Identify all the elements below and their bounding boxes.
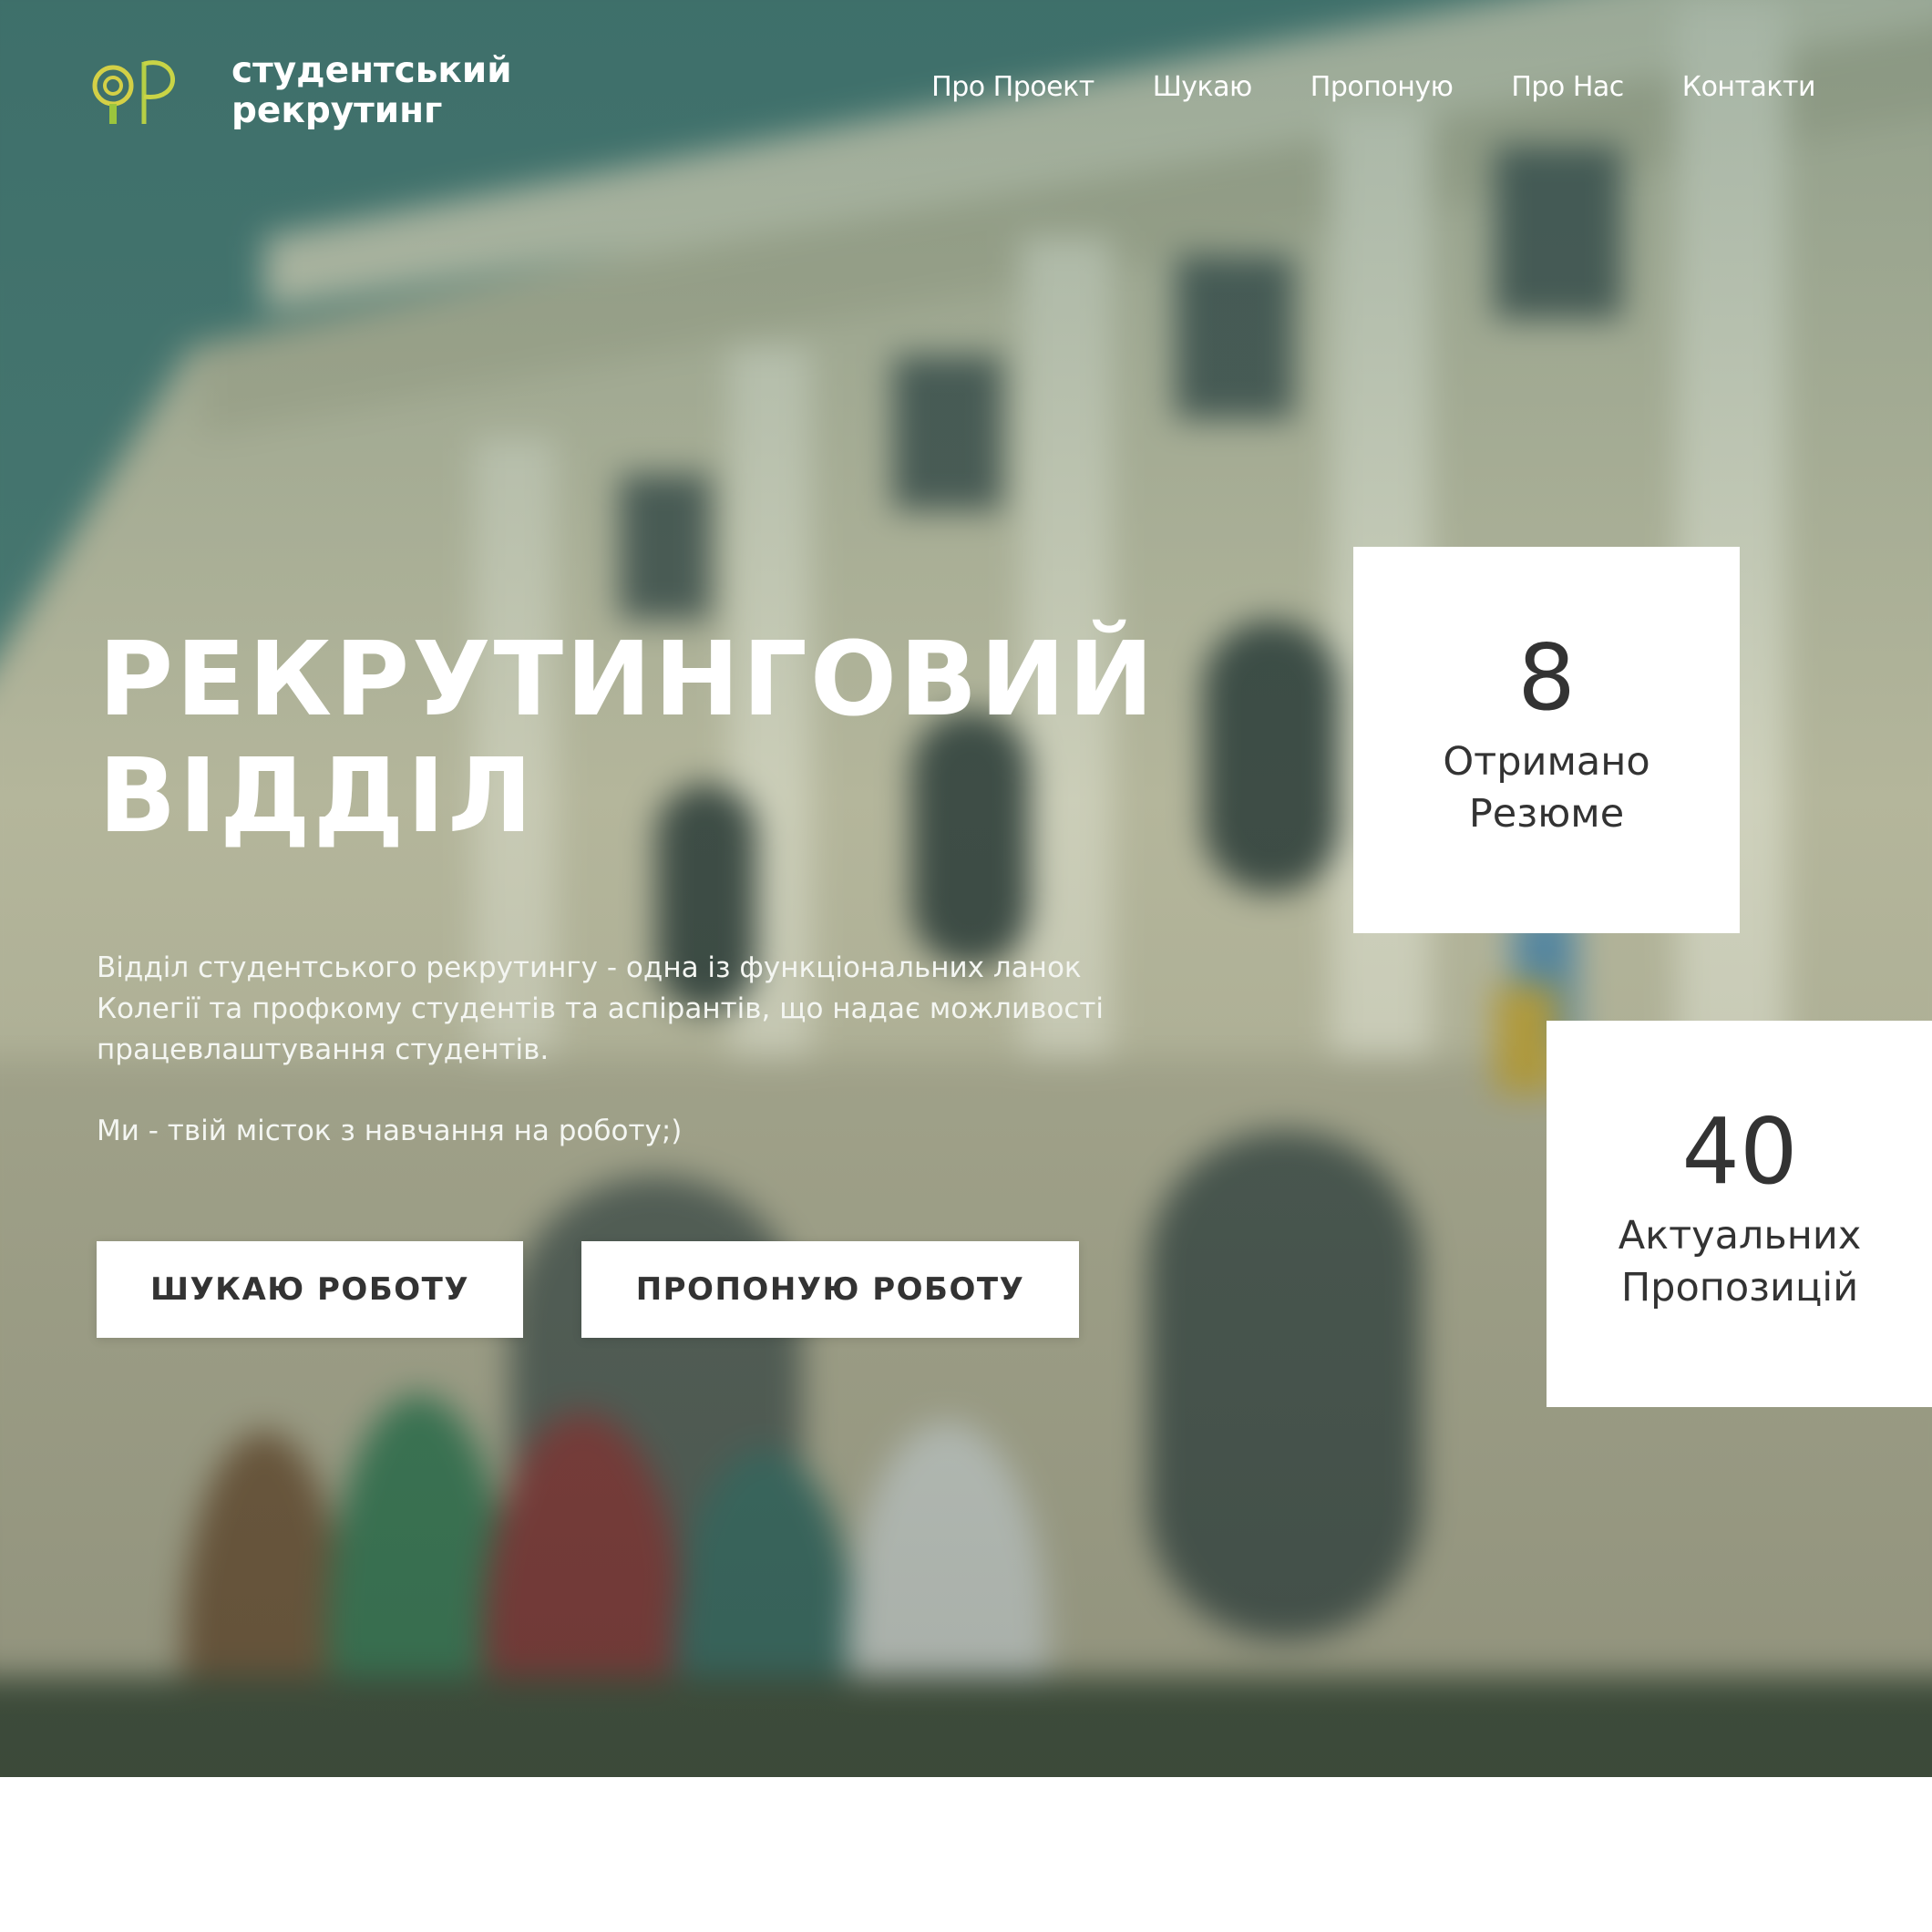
brand-name[interactable]: студентський рекрутинг	[231, 51, 512, 131]
brand-line-1: студентський	[231, 50, 512, 91]
nav-item-offering[interactable]: Пропоную	[1310, 71, 1454, 103]
hero-title: РЕКРУТИНГОВИЙ ВІДДІЛ	[98, 622, 1156, 855]
logo-icon[interactable]	[91, 49, 186, 126]
seek-job-button[interactable]: ШУКАЮ РОБОТУ	[97, 1241, 523, 1338]
hero-title-line-1: РЕКРУТИНГОВИЙ	[98, 621, 1156, 739]
main-nav: Про Проект Шукаю Пропоную Про Нас Контак…	[931, 71, 1815, 103]
offer-job-button[interactable]: ПРОПОНУЮ РОБОТУ	[581, 1241, 1079, 1338]
hero-title-line-2: ВІДДІЛ	[98, 737, 536, 856]
stat-resumes-label-line-1: Отримано	[1443, 739, 1650, 785]
stat-resumes-number: 8	[1517, 624, 1576, 731]
brand-line-2: рекрутинг	[231, 90, 443, 131]
nav-item-contacts[interactable]: Контакти	[1682, 71, 1816, 103]
stat-offers-label-line-1: Актуальних	[1618, 1213, 1862, 1259]
nav-item-about-project[interactable]: Про Проект	[931, 71, 1094, 103]
nav-item-seeking[interactable]: Шукаю	[1153, 71, 1253, 103]
stat-offers-number: 40	[1681, 1098, 1798, 1205]
stat-offers-label-line-2: Пропозицій	[1620, 1265, 1859, 1310]
stat-resumes-label: Отримано Резюме	[1443, 736, 1649, 840]
stat-offers-label: Актуальних Пропозицій	[1619, 1210, 1862, 1314]
hero-description: Відділ студентського рекрутингу - одна і…	[97, 951, 1105, 1066]
stat-card-resumes: 8 Отримано Резюме	[1353, 547, 1740, 933]
stat-card-offers: 40 Актуальних Пропозицій	[1547, 1021, 1932, 1407]
nav-item-about-us[interactable]: Про Нас	[1511, 71, 1624, 103]
hero-tagline: Ми - твій місток з навчання на роботу;)	[97, 1115, 683, 1147]
stat-resumes-label-line-2: Резюме	[1468, 791, 1625, 837]
